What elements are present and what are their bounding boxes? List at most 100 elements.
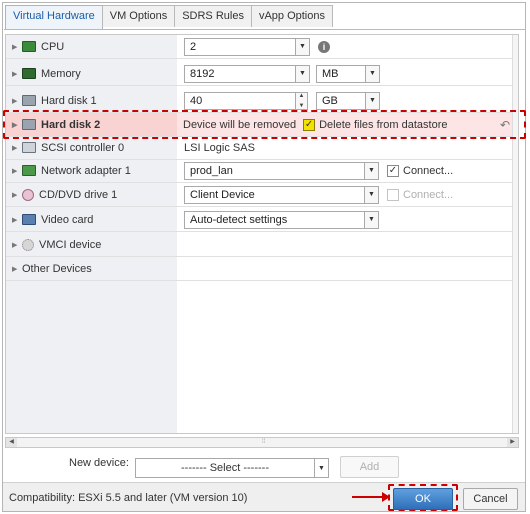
cdrom-value: Client Device <box>190 188 255 201</box>
memory-unit-select[interactable]: MB <box>316 64 366 83</box>
cdrom-connect-label: Connect... <box>403 188 454 201</box>
hard-disk-1-unit: GB <box>322 94 338 107</box>
add-device-button[interactable]: Add <box>340 456 399 478</box>
memory-value-cell: 8192 ▼ MB ▼ <box>184 62 380 85</box>
cpu-select[interactable]: 2 <box>184 37 296 56</box>
row-other-devices: ▶ Other Devices <box>6 257 518 281</box>
row-network-adapter: ▶ Network adapter 1 prod_lan ▼ ✓ Connect… <box>6 159 518 183</box>
hard-disk-1-size-input[interactable]: 40 <box>184 91 296 110</box>
cancel-button[interactable]: Cancel <box>463 488 518 510</box>
horizontal-scrollbar[interactable]: ◀ ⁞⁞ ▶ <box>5 437 519 448</box>
cpu-label-cell[interactable]: ▶ CPU <box>6 35 177 58</box>
spinner-icon[interactable]: ▲ ▼ <box>296 91 308 110</box>
scroll-left-icon[interactable]: ◀ <box>6 438 17 447</box>
scsi-value-cell: LSI Logic SAS <box>184 136 255 159</box>
new-device-select[interactable]: ------- Select ------- ▼ <box>135 458 329 478</box>
network-adapter-icon <box>22 165 36 176</box>
memory-input[interactable]: 8192 <box>184 64 296 83</box>
new-device-label: New device: <box>69 457 129 469</box>
row-cpu: ▶ CPU 2 ▼ i <box>6 35 518 59</box>
row-scsi-controller: ▶ SCSI controller 0 LSI Logic SAS <box>6 136 518 160</box>
ok-button[interactable]: OK <box>393 488 453 510</box>
tab-sdrs-rules[interactable]: SDRS Rules <box>174 5 252 27</box>
vmci-device-icon <box>22 238 34 251</box>
scroll-grip-icon[interactable]: ⁞⁞ <box>262 439 265 445</box>
cd-dvd-icon <box>22 188 34 201</box>
chevron-down-icon[interactable]: ▼ <box>366 91 380 110</box>
network-label: Network adapter 1 <box>41 164 131 177</box>
cpu-label: CPU <box>41 40 65 53</box>
cdrom-select[interactable]: Client Device <box>184 185 365 204</box>
scroll-right-icon[interactable]: ▶ <box>507 438 518 447</box>
expand-caret-icon[interactable]: ▶ <box>12 43 20 51</box>
cpu-value-cell: 2 ▼ i <box>184 35 330 58</box>
expand-caret-icon[interactable]: ▶ <box>12 70 20 78</box>
new-device-select-value: ------- Select ------- <box>181 462 269 474</box>
vmci-label: VMCI device <box>39 238 102 251</box>
scsi-label-cell[interactable]: ▶ SCSI controller 0 <box>6 136 177 159</box>
cdrom-label: CD/DVD drive 1 <box>39 188 118 201</box>
cdrom-connect-checkbox <box>387 188 399 201</box>
tab-divider <box>4 29 526 30</box>
pointer-arrow <box>352 496 384 498</box>
tab-virtual-hardware[interactable]: Virtual Hardware <box>5 5 103 29</box>
chevron-down-icon[interactable]: ▼ <box>314 459 328 477</box>
hard-disk-1-label-cell[interactable]: ▶ Hard disk 1 <box>6 89 177 112</box>
cpu-value: 2 <box>190 40 197 53</box>
hardware-table: ▶ CPU 2 ▼ i ▶ Memory 8192 ▼ MB ▼ ▶ Hard … <box>5 34 519 434</box>
chevron-down-icon[interactable]: ▼ <box>366 64 380 83</box>
tab-vm-options[interactable]: VM Options <box>101 5 176 27</box>
expand-caret-icon[interactable]: ▶ <box>12 216 20 224</box>
scsi-controller-icon <box>22 142 36 153</box>
row-memory: ▶ Memory 8192 ▼ MB ▼ <box>6 62 518 86</box>
network-label-cell[interactable]: ▶ Network adapter 1 <box>6 159 177 182</box>
hard-disk-1-unit-select[interactable]: GB <box>316 91 366 110</box>
chevron-down-icon[interactable]: ▼ <box>296 64 310 83</box>
expand-caret-icon[interactable]: ▶ <box>12 167 20 175</box>
row-cd-dvd-drive: ▶ CD/DVD drive 1 Client Device ▼ Connect… <box>6 183 518 207</box>
row-vmci-device: ▶ VMCI device <box>6 233 518 257</box>
hard-disk-1-size: 40 <box>190 94 203 107</box>
cdrom-label-cell[interactable]: ▶ CD/DVD drive 1 <box>6 183 177 206</box>
other-label-cell[interactable]: ▶ Other Devices <box>6 257 177 280</box>
highlight-frame <box>3 110 526 139</box>
scsi-label: SCSI controller 0 <box>41 141 125 154</box>
vertical-scrollbar[interactable] <box>512 35 518 433</box>
chevron-down-icon[interactable]: ▼ <box>365 161 379 180</box>
chevron-down-icon[interactable]: ▼ <box>296 37 310 56</box>
expand-caret-icon[interactable]: ▶ <box>12 265 20 273</box>
memory-value: 8192 <box>190 67 215 80</box>
memory-unit: MB <box>322 67 339 80</box>
expand-caret-icon[interactable]: ▶ <box>12 241 20 249</box>
compatibility-text: Compatibility: ESXi 5.5 and later (VM ve… <box>9 492 248 504</box>
expand-caret-icon[interactable]: ▶ <box>12 191 20 199</box>
cpu-icon <box>22 41 36 52</box>
video-value: Auto-detect settings <box>190 213 288 226</box>
tab-vapp-options[interactable]: vApp Options <box>250 5 333 27</box>
network-value-cell: prod_lan ▼ ✓ Connect... <box>184 159 453 182</box>
video-label: Video card <box>41 213 94 226</box>
video-value-cell: Auto-detect settings ▼ <box>184 208 379 231</box>
vmci-label-cell[interactable]: ▶ VMCI device <box>6 233 177 256</box>
chevron-down-icon[interactable]: ▼ <box>365 210 379 229</box>
video-card-icon <box>22 214 36 225</box>
other-label: Other Devices <box>22 262 92 275</box>
network-connect-checkbox[interactable]: ✓ <box>387 164 399 177</box>
expand-caret-icon[interactable]: ▶ <box>12 144 20 152</box>
row-video-card: ▶ Video card Auto-detect settings ▼ <box>6 208 518 232</box>
chevron-down-icon[interactable]: ▼ <box>365 185 379 204</box>
hard-disk-1-label: Hard disk 1 <box>41 94 97 107</box>
info-icon[interactable]: i <box>318 40 330 53</box>
memory-label-cell[interactable]: ▶ Memory <box>6 62 177 85</box>
hard-disk-1-value-cell: 40 ▲ ▼ GB ▼ <box>184 89 380 112</box>
hard-disk-icon <box>22 95 36 106</box>
network-select[interactable]: prod_lan <box>184 161 365 180</box>
expand-caret-icon[interactable]: ▶ <box>12 97 20 105</box>
video-label-cell[interactable]: ▶ Video card <box>6 208 177 231</box>
scsi-value: LSI Logic SAS <box>184 141 255 154</box>
network-value: prod_lan <box>190 164 233 177</box>
video-select[interactable]: Auto-detect settings <box>184 210 365 229</box>
new-device-bar: New device: ------- Select ------- ▼ Add <box>0 452 530 480</box>
cdrom-value-cell: Client Device ▼ Connect... <box>184 183 453 206</box>
tab-bar: Virtual Hardware VM Options SDRS Rules v… <box>5 5 333 29</box>
